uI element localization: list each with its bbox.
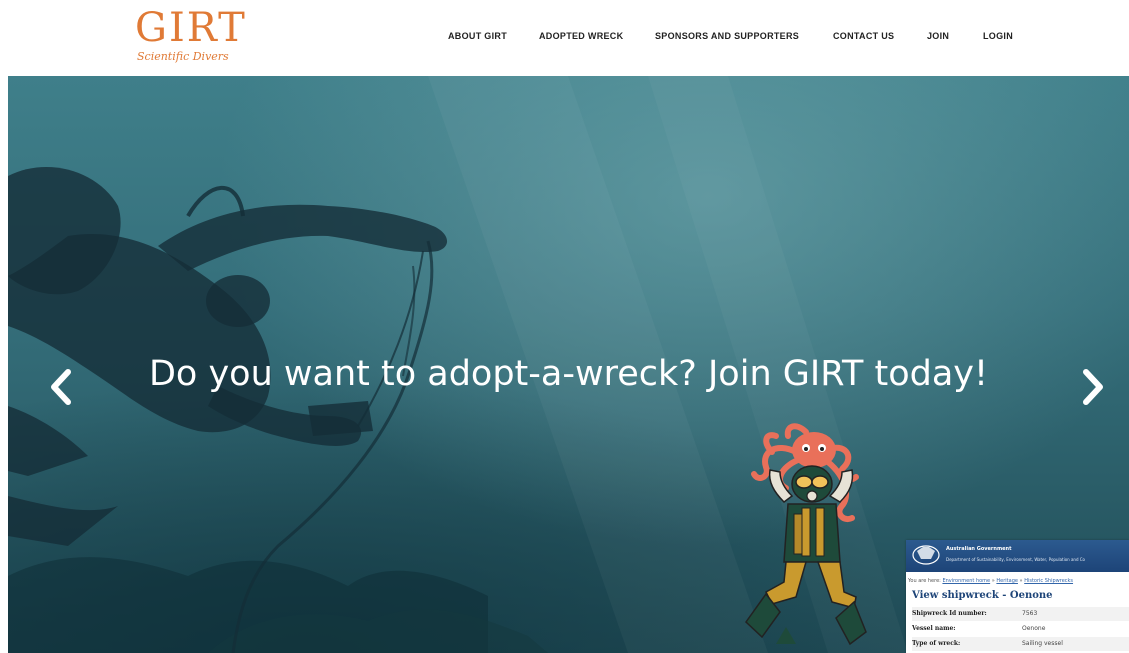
row-value: 7563 — [1022, 610, 1038, 617]
breadcrumb-link-shipwrecks: Historic Shipwrecks — [1024, 578, 1074, 584]
row-value: Sailing vessel — [1022, 640, 1063, 647]
gov-table-row: Type of wreck: Sailing vessel — [912, 637, 1129, 651]
nav-adopted-wreck[interactable]: ADOPTED WRECK — [539, 31, 623, 41]
row-key: Vessel name: — [912, 625, 956, 632]
gov-breadcrumb: You are here: Environment home » Heritag… — [908, 578, 1074, 584]
nav-contact-us[interactable]: CONTACT US — [833, 31, 894, 41]
logo-wordmark: GIRT — [135, 5, 247, 51]
slider-next-button[interactable] — [1072, 364, 1112, 410]
shipwreck-record-screenshot: Australian Government Department of Sust… — [906, 540, 1129, 653]
diver-octopus-mascot — [745, 423, 867, 646]
gov-table-row: Shipwreck Id number: 7563 — [912, 607, 1129, 621]
breadcrumb-link-environment: Environment home — [942, 578, 991, 584]
girt-logo[interactable]: GIRT Scientific Divers — [133, 6, 245, 68]
nav-login[interactable]: LOGIN — [983, 31, 1013, 41]
gov-agency-name: Australian Government — [946, 546, 1012, 552]
row-key: Shipwreck Id number: — [912, 610, 987, 617]
gov-table-row: Vessel name: Oenone — [912, 622, 1129, 636]
gov-header-bar: Australian Government Department of Sust… — [906, 540, 1129, 572]
nav-sponsors[interactable]: SPONSORS AND SUPPORTERS — [655, 31, 799, 41]
hero-heading: Do you want to adopt-a-wreck? Join GIRT … — [148, 354, 989, 394]
site-header: GIRT Scientific Divers ABOUT GIRT ADOPTE… — [0, 0, 1129, 76]
chevron-left-icon — [51, 369, 71, 405]
gov-page-title: View shipwreck - Oenone — [912, 590, 1053, 601]
chevron-right-icon — [1083, 369, 1103, 405]
breadcrumb-prefix: You are here: — [908, 578, 941, 584]
row-value: Oenone — [1022, 625, 1046, 632]
nav-join[interactable]: JOIN — [927, 31, 949, 41]
slider-prev-button[interactable] — [42, 364, 82, 410]
row-key: Type of wreck: — [912, 640, 961, 647]
hero-slider: Do you want to adopt-a-wreck? Join GIRT … — [8, 76, 1129, 653]
gov-department-name: Department of Sustainability, Environmen… — [946, 557, 1086, 562]
breadcrumb-link-heritage: Heritage — [996, 578, 1018, 584]
nav-about-girt[interactable]: ABOUT GIRT — [448, 31, 507, 41]
logo-tagline: Scientific Divers — [137, 50, 229, 63]
coat-of-arms-icon — [912, 545, 940, 565]
